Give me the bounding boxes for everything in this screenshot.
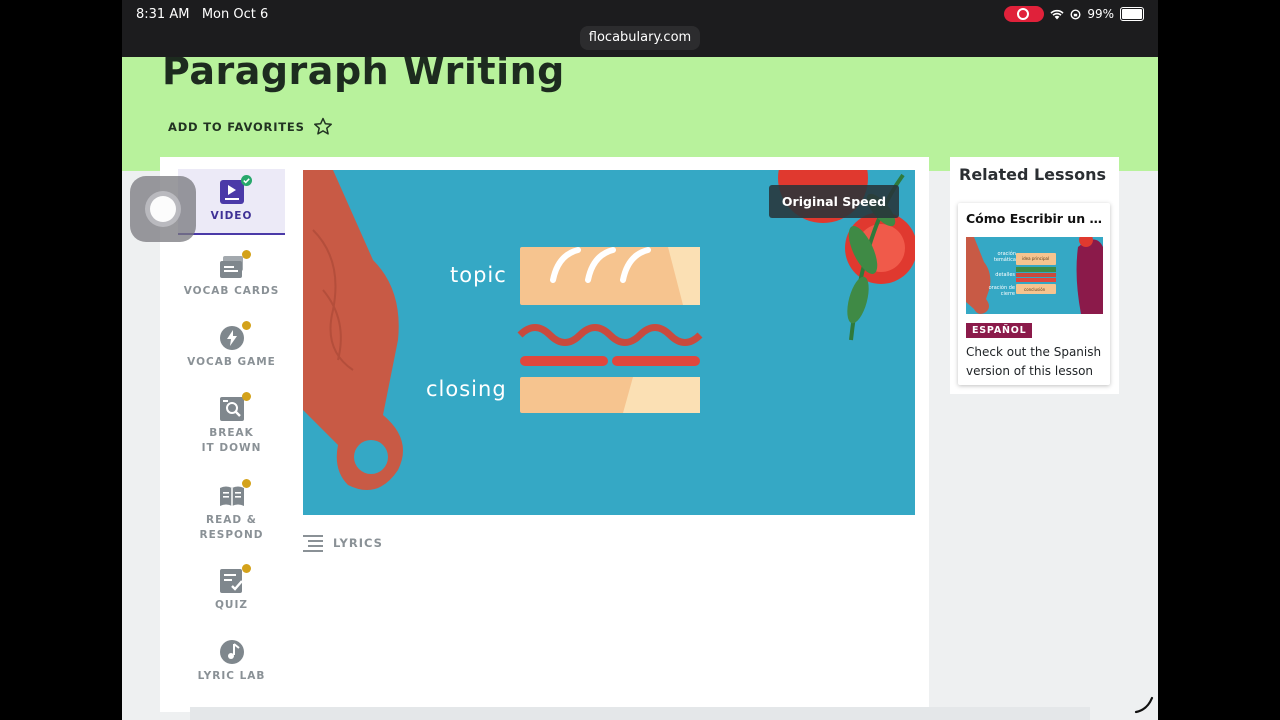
battery-icon [1120, 7, 1144, 21]
nav-read-respond[interactable]: READ & RESPOND [178, 479, 285, 551]
nav-label: VOCAB CARDS [183, 285, 280, 297]
page-content: Paragraph Writing ADD TO FAVORITES VIDEO [122, 57, 1158, 720]
battery-percent: 99% [1087, 7, 1114, 21]
footer-strip [190, 707, 1090, 720]
nav-lyric-lab[interactable]: LYRIC LAB [178, 639, 285, 691]
nav-label: READ & RESPOND [199, 514, 264, 541]
add-to-favorites-button[interactable]: ADD TO FAVORITES [168, 117, 333, 136]
screen-recording-icon[interactable] [1004, 6, 1045, 22]
clock-time: 8:31 AM [136, 7, 190, 22]
thumb-label: oración temática [993, 251, 1016, 263]
related-lessons-panel: Related Lessons Cómo Escribir un Pá... o… [950, 157, 1119, 394]
lyrics-toggle[interactable]: LYRICS [303, 534, 383, 552]
assistive-touch-center [150, 196, 176, 222]
video-label-topic: topic [450, 263, 507, 287]
lyrics-label: LYRICS [333, 536, 383, 550]
thumb-label: conclusión [1024, 287, 1046, 292]
nav-vocab-cards[interactable]: VOCAB CARDS [178, 250, 285, 306]
music-note-icon [219, 639, 245, 665]
language-badge: ESPAÑOL [966, 323, 1033, 338]
page-title: Paragraph Writing [162, 57, 565, 93]
nav-label: VOCAB GAME [187, 356, 276, 368]
check-badge-icon [240, 175, 252, 186]
related-lessons-title: Related Lessons [959, 165, 1106, 184]
thumb-label: oración de cierre [988, 285, 1015, 297]
lesson-card: VIDEO VOCAB CARDS VOCAB GAME BREAK IT DO… [160, 157, 929, 712]
clock-date: Mon Oct 6 [201, 7, 269, 22]
favorites-label: ADD TO FAVORITES [168, 119, 305, 134]
lines-icon [303, 535, 323, 552]
nav-vocab-game[interactable]: VOCAB GAME [178, 321, 285, 377]
progress-dot [241, 250, 251, 259]
url-bar[interactable]: flocabulary.com [580, 26, 700, 50]
nav-label: LYRIC LAB [197, 670, 266, 682]
status-time: 8:31 AM Mon Oct 6 [136, 7, 268, 22]
video-frame-illustration [303, 170, 915, 490]
loading-spinner-icon [1134, 696, 1154, 714]
video-player[interactable]: topic closing Original Speed [303, 170, 915, 515]
video-icon [219, 175, 252, 205]
related-lesson-description: Check out the Spanish version of this le… [966, 345, 1102, 378]
video-label-closing: closing [426, 377, 507, 401]
thumb-label: detalles [995, 272, 1015, 278]
lesson-header: Paragraph Writing ADD TO FAVORITES [122, 57, 1158, 171]
activity-nav: VIDEO VOCAB CARDS VOCAB GAME BREAK IT DO… [178, 169, 285, 691]
progress-dot [241, 479, 251, 488]
vocab-cards-icon [219, 250, 251, 280]
related-lesson-thumbnail: oración temática idea principal detalles… [966, 237, 1103, 314]
status-indicators: 99% [1004, 6, 1144, 22]
related-lesson-title: Cómo Escribir un Pá... [966, 211, 1106, 226]
checklist-icon [219, 564, 251, 594]
wifi-icon [1050, 9, 1064, 19]
magnifier-doc-icon [219, 392, 251, 422]
book-icon [219, 479, 251, 509]
related-lesson-card[interactable]: Cómo Escribir un Pá... oración temática … [958, 203, 1110, 385]
nav-quiz[interactable]: QUIZ [178, 564, 285, 620]
assistive-touch-button[interactable] [130, 176, 196, 242]
thumb-label: idea principal [1022, 256, 1050, 261]
lightning-icon [219, 321, 251, 351]
playback-speed-button[interactable]: Original Speed [769, 185, 899, 218]
orientation-lock-icon [1070, 8, 1081, 20]
progress-dot [241, 321, 251, 330]
progress-dot [241, 392, 251, 401]
nav-break-it-down[interactable]: BREAK IT DOWN [178, 392, 285, 464]
progress-dot [241, 564, 251, 573]
nav-label: QUIZ [215, 599, 248, 611]
status-bar: 8:31 AM Mon Oct 6 flocabulary.com 99% [122, 0, 1158, 57]
star-icon [313, 117, 332, 135]
nav-label: BREAK IT DOWN [201, 427, 262, 454]
